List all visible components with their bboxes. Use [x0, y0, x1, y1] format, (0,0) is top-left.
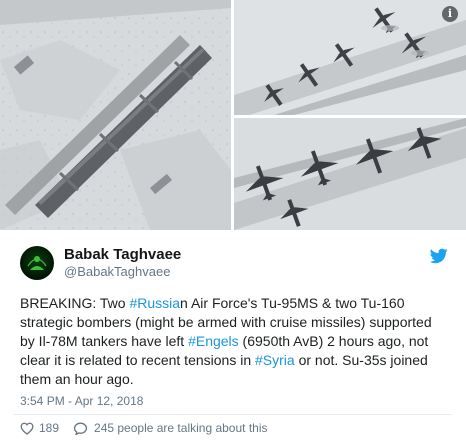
tweet-text-segment: n Air Force's Tu-95MS & two Tu-160: [180, 295, 405, 311]
tweet-text-segment: strategic bombers (might be armed with c…: [20, 314, 432, 330]
tweet-text-line: strategic bombers (might be armed with c…: [20, 313, 456, 332]
tweet-text-line: them an hour ago.: [20, 370, 456, 389]
tweet-text-line: clear it is related to recent tensions i…: [20, 351, 456, 370]
author-handle[interactable]: @BabakTaghvaee: [64, 264, 170, 279]
tweet-card: i Babak Taghvaee @BabakTaghvaee BREAKING…: [0, 0, 466, 440]
hashtag-link[interactable]: #Syria: [255, 352, 295, 368]
parked-bombers-image-2[interactable]: [234, 118, 466, 230]
parked-bombers-image-1[interactable]: i: [234, 0, 466, 115]
airfield-runway-image[interactable]: [0, 0, 231, 230]
divider: [14, 414, 452, 415]
tweet-timestamp[interactable]: 3:54 PM - Apr 12, 2018: [20, 394, 143, 408]
tweet-text-segment: or not. Su-35s joined: [294, 352, 428, 368]
speech-bubble-icon[interactable]: [73, 422, 88, 435]
author-display-name[interactable]: Babak Taghvaee: [64, 246, 181, 263]
tweet-text-segment: BREAKING: Two: [20, 295, 130, 311]
tweet-text-segment: by Il-78M tankers have left: [20, 333, 189, 349]
hashtag-link[interactable]: #Russia: [129, 295, 180, 311]
talking-count-text[interactable]: 245 people are talking about this: [94, 421, 267, 435]
twitter-bird-icon[interactable]: [430, 248, 448, 264]
tweet-text: BREAKING: Two #Russian Air Force's Tu-95…: [20, 294, 456, 389]
tweet-media-grid: i: [0, 0, 466, 230]
info-icon[interactable]: i: [442, 6, 458, 22]
tweet-text-segment: them an hour ago.: [20, 371, 134, 387]
tweet-actions: 189 245 people are talking about this: [20, 419, 268, 437]
like-count[interactable]: 189: [39, 421, 59, 435]
tweet-text-line: by Il-78M tankers have left #Engels (695…: [20, 332, 456, 351]
tweet-text-line: BREAKING: Two #Russian Air Force's Tu-95…: [20, 294, 456, 313]
tweet-text-segment: (6950th AvB) 2 hours ago, not: [238, 333, 429, 349]
hashtag-link[interactable]: #Engels: [188, 333, 239, 349]
avatar[interactable]: [20, 246, 54, 280]
heart-icon[interactable]: [20, 422, 34, 435]
tweet-text-segment: clear it is related to recent tensions i…: [20, 352, 256, 368]
